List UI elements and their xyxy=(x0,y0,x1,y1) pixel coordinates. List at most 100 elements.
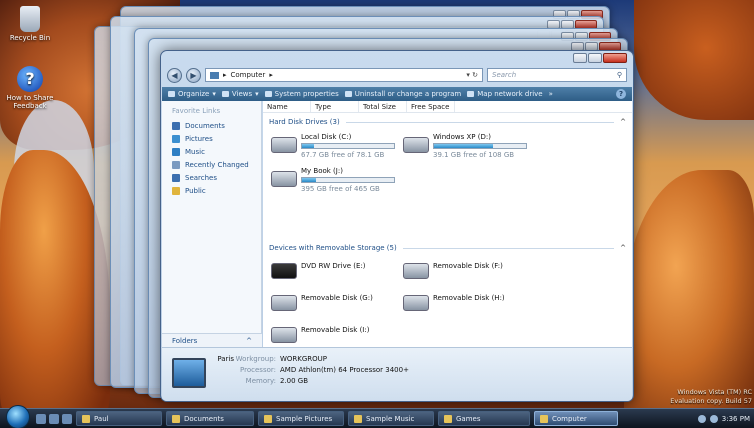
search-input[interactable]: Search ⚲ xyxy=(487,68,627,82)
drive-item[interactable]: My Book (J:) 395 GB free of 465 GB xyxy=(271,167,395,193)
drive-name: Removable Disk (I:) xyxy=(301,326,370,334)
drive-name: Local Disk (C:) xyxy=(301,133,352,141)
map-network-drive-button[interactable]: Map network drive xyxy=(467,90,543,98)
removable-drive-item[interactable]: Removable Disk (H:) xyxy=(403,291,505,311)
internet-explorer-icon[interactable] xyxy=(62,413,72,424)
group-header-removable[interactable]: Devices with Removable Storage (5) ^ xyxy=(269,243,626,253)
folder-icon xyxy=(540,414,548,423)
taskbar-button-paul[interactable]: Paul xyxy=(76,411,162,426)
breadcrumb-computer[interactable]: Computer xyxy=(231,71,266,79)
system-properties-button[interactable]: System properties xyxy=(264,90,339,98)
help-icon[interactable]: ? xyxy=(616,89,626,99)
nav-link-recently-changed[interactable]: Recently Changed xyxy=(162,158,261,171)
switch-windows-icon[interactable] xyxy=(49,413,59,424)
nav-link-documents[interactable]: Documents xyxy=(162,119,261,132)
drive-name: Removable Disk (F:) xyxy=(433,262,503,270)
group-label: Hard Disk Drives (3) xyxy=(269,118,340,126)
drive-item[interactable]: Local Disk (C:) 67.7 GB free of 78.1 GB xyxy=(271,133,395,159)
desktop-icon-recycle-bin[interactable]: Recycle Bin xyxy=(2,6,58,42)
drive-name: Removable Disk (H:) xyxy=(433,294,505,302)
windows-orb-icon xyxy=(6,404,30,428)
nav-link-label: Music xyxy=(185,147,205,156)
folder-icon xyxy=(172,173,180,182)
folder-icon xyxy=(172,160,180,169)
folder-icon xyxy=(172,134,180,143)
address-dropdown-icon[interactable]: ▾ ↻ xyxy=(466,71,478,79)
views-icon xyxy=(221,91,229,97)
taskbar-button-sample-music[interactable]: Sample Music xyxy=(348,411,434,426)
folder-icon xyxy=(172,121,180,130)
maximize-button[interactable] xyxy=(588,53,602,63)
chevron-up-icon: ^ xyxy=(620,244,626,252)
system-properties-icon xyxy=(264,91,272,97)
removable-disk-icon xyxy=(403,295,429,311)
close-button[interactable] xyxy=(603,53,627,63)
minimize-button[interactable] xyxy=(573,53,587,63)
nav-link-music[interactable]: Music xyxy=(162,145,261,158)
quick-launch xyxy=(36,413,72,424)
show-desktop-icon[interactable] xyxy=(36,413,46,424)
organize-button[interactable]: Organize ▾ xyxy=(168,90,216,98)
drive-item[interactable]: Windows XP (D:) 39.1 GB free of 108 GB xyxy=(403,133,527,159)
taskbar-button-sample-pictures[interactable]: Sample Pictures xyxy=(258,411,344,426)
taskbar-button-label: Documents xyxy=(184,414,224,423)
network-icon[interactable] xyxy=(697,414,706,423)
search-icon[interactable]: ⚲ xyxy=(617,71,622,79)
removable-drive-item[interactable]: DVD RW Drive (E:) xyxy=(271,259,366,279)
system-tray: 3:36 PM xyxy=(697,414,754,423)
taskbar-button-documents[interactable]: Documents xyxy=(166,411,254,426)
folders-toggle[interactable]: Folders ^ xyxy=(162,333,262,347)
taskbar-button-computer[interactable]: Computer xyxy=(534,411,618,426)
address-bar[interactable]: ▸ Computer ▸ ▾ ↻ xyxy=(205,68,483,82)
volume-icon[interactable] xyxy=(709,414,718,423)
taskbar-button-label: Sample Music xyxy=(366,414,415,423)
removable-drive-item[interactable]: Removable Disk (I:) xyxy=(271,323,369,343)
computer-explorer-window[interactable]: ◀ ▶ ▸ Computer ▸ ▾ ↻ Search ⚲ Organize ▾… xyxy=(160,50,634,402)
taskbar-button-games[interactable]: Games xyxy=(438,411,530,426)
removable-disk-icon xyxy=(403,263,429,279)
desktop: Recycle Bin ? How to Share Feedback ◀ ▶ … xyxy=(0,0,754,408)
nav-link-label: Pictures xyxy=(185,134,213,143)
help-icon: ? xyxy=(17,66,43,92)
folder-icon xyxy=(82,414,90,423)
forward-button[interactable]: ▶ xyxy=(186,67,201,83)
drive-free-space: 67.7 GB free of 78.1 GB xyxy=(301,151,385,159)
detail-memory: Memory: 2.00 GB xyxy=(245,377,309,385)
toolbar-overflow-button[interactable]: » xyxy=(549,90,553,98)
removable-drive-item[interactable]: Removable Disk (G:) xyxy=(271,291,373,311)
navigation-pane: Favorite Links Documents Pictures Music Rec… xyxy=(162,101,262,347)
taskbar: Paul Documents Sample Pictures Sample Music… xyxy=(0,404,754,428)
desktop-icon-label: How to Share Feedback xyxy=(6,94,54,110)
drive-name: Windows XP (D:) xyxy=(433,133,491,141)
breadcrumb-separator: ▸ xyxy=(223,71,227,79)
uninstall-program-button[interactable]: Uninstall or change a program xyxy=(344,90,461,98)
breadcrumb-separator: ▸ xyxy=(269,71,273,79)
column-header-total-size[interactable]: Total Size xyxy=(359,101,407,112)
start-button[interactable] xyxy=(0,404,30,428)
column-header-name[interactable]: Name xyxy=(263,101,311,112)
nav-link-pictures[interactable]: Pictures xyxy=(162,132,261,145)
removable-disk-icon xyxy=(271,327,297,343)
drive-free-space: 395 GB free of 465 GB xyxy=(301,185,380,193)
drive-name: DVD RW Drive (E:) xyxy=(301,262,366,270)
command-bar: Organize ▾ Views ▾ System properties Uni… xyxy=(162,87,632,101)
nav-link-searches[interactable]: Searches xyxy=(162,171,261,184)
clock[interactable]: 3:36 PM xyxy=(722,415,750,423)
column-header-type[interactable]: Type xyxy=(311,101,359,112)
back-button[interactable]: ◀ xyxy=(167,67,182,83)
details-pane: Paris Workgroup: WORKGROUP Processor: AMD … xyxy=(162,347,632,401)
drive-usage-bar xyxy=(433,143,527,149)
drive-usage-bar xyxy=(301,143,395,149)
drive-name: My Book (J:) xyxy=(301,167,343,175)
desktop-icon-feedback[interactable]: ? How to Share Feedback xyxy=(2,66,58,110)
group-header-hard-disks[interactable]: Hard Disk Drives (3) ^ xyxy=(269,117,626,127)
views-button[interactable]: Views ▾ xyxy=(221,90,259,98)
removable-drive-item[interactable]: Removable Disk (F:) xyxy=(403,259,503,279)
nav-link-public[interactable]: Public xyxy=(162,184,261,197)
taskbar-button-label: Games xyxy=(456,414,481,423)
organize-icon xyxy=(168,91,175,97)
folder-icon xyxy=(172,414,180,423)
nav-link-label: Searches xyxy=(185,173,218,182)
drive-free-space: 39.1 GB free of 108 GB xyxy=(433,151,515,159)
column-header-free-space[interactable]: Free Space xyxy=(407,101,455,112)
